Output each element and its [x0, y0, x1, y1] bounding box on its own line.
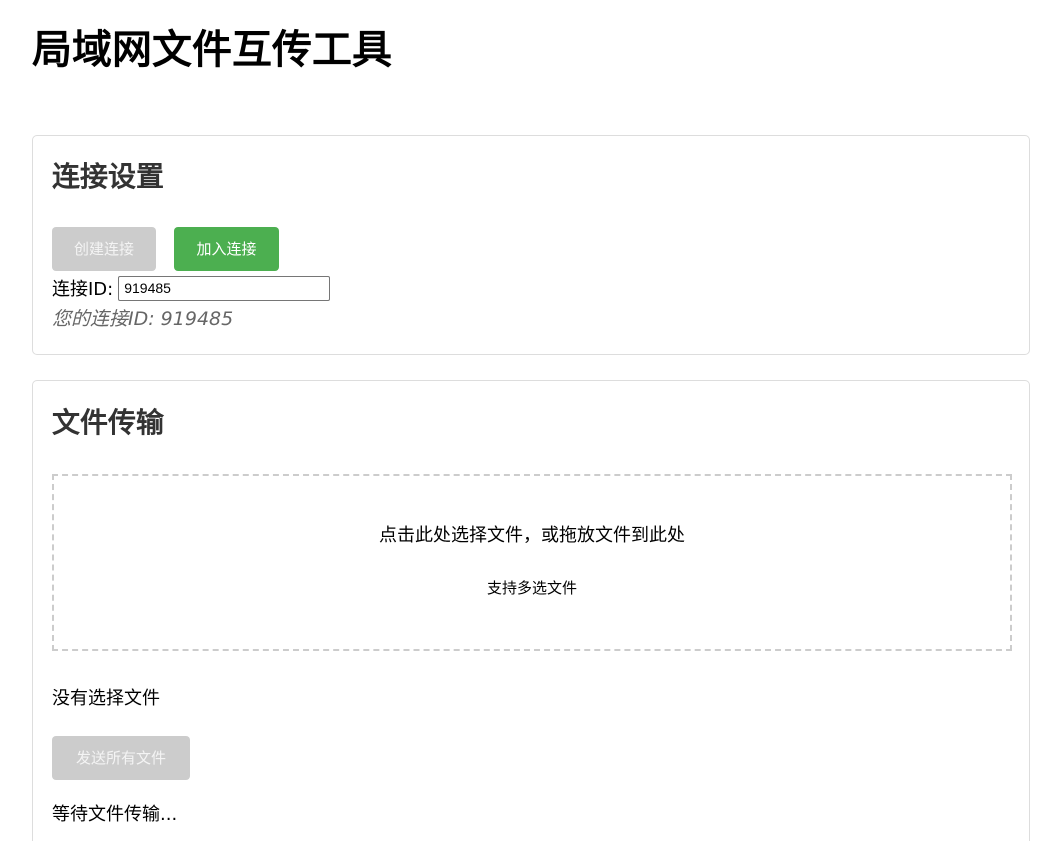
create-connection-button[interactable]: 创建连接 — [52, 227, 156, 271]
file-transfer-title: 文件传输 — [52, 406, 165, 439]
connection-id-row: 连接ID: — [52, 275, 331, 301]
connection-id-input[interactable] — [118, 275, 331, 301]
app-page: 局域网文件互传工具 连接设置 创建连接 加入连接 连接ID: 您的连接ID: 9… — [0, 0, 1061, 841]
your-connection-id-text: 您的连接ID: 919485 — [52, 308, 234, 330]
file-transfer-card: 文件传输 点击此处选择文件，或拖放文件到此处 支持多选文件 没有选择文件 发送所… — [32, 380, 1030, 841]
selected-files-status: 没有选择文件 — [52, 688, 160, 709]
send-all-files-button[interactable]: 发送所有文件 — [52, 736, 190, 780]
transfer-status-text: 等待文件传输... — [52, 804, 178, 825]
file-drop-zone[interactable]: 点击此处选择文件，或拖放文件到此处 支持多选文件 — [52, 474, 1012, 651]
connection-settings-title: 连接设置 — [52, 160, 165, 193]
drop-zone-hint: 支持多选文件 — [486, 579, 577, 597]
drop-zone-instruction: 点击此处选择文件，或拖放文件到此处 — [379, 525, 685, 546]
connection-settings-card: 连接设置 创建连接 加入连接 连接ID: 您的连接ID: 919485 — [32, 135, 1030, 355]
page-title: 局域网文件互传工具 — [32, 27, 392, 73]
connection-id-label: 连接ID: — [52, 279, 114, 300]
join-connection-button[interactable]: 加入连接 — [174, 227, 279, 271]
